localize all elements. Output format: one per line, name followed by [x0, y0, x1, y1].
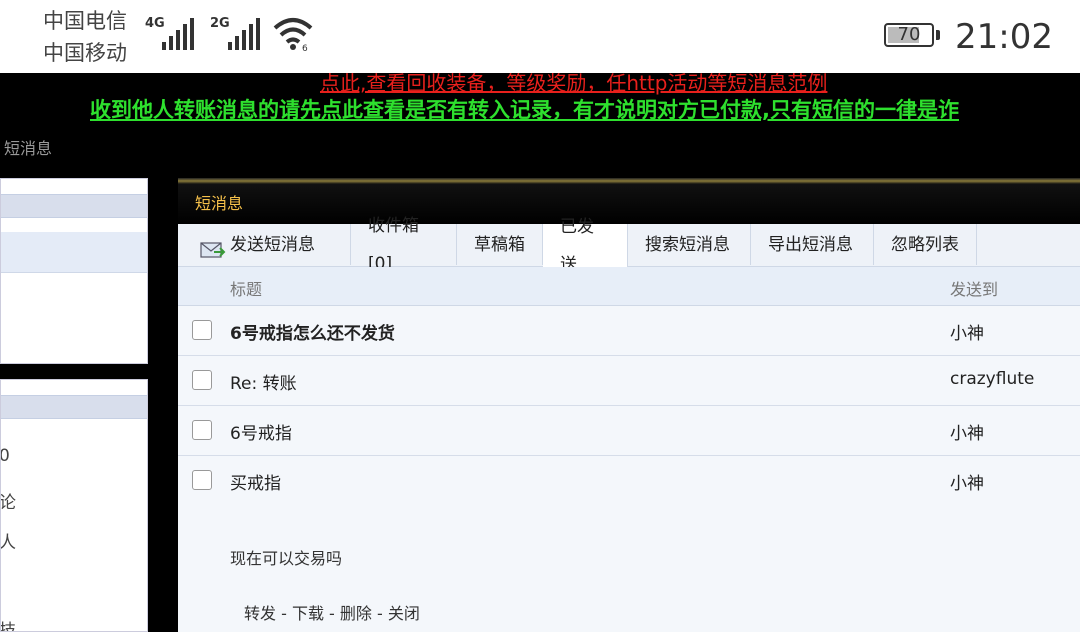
left-panel-fragment[interactable]: 人 [1, 528, 16, 553]
panel-title: 短消息 [195, 194, 244, 213]
wifi-icon: 6 [273, 18, 313, 52]
left-panel-2: 0 论 人 技 [0, 379, 148, 632]
table-row[interactable]: Re: 转账 crazyflute [178, 356, 1080, 406]
message-subject[interactable]: 买戒指 [230, 469, 281, 494]
left-panel-selected-item[interactable] [1, 232, 147, 273]
notice-link-green[interactable]: 收到他人转账消息的请先点此查看是否有转入记录，有才说明对方已付款,只有短信的一律… [90, 94, 959, 124]
column-subject: 标题 [230, 280, 263, 299]
tab-drafts[interactable]: 草稿箱 [457, 224, 543, 265]
svg-text:6: 6 [302, 44, 308, 52]
message-subject[interactable]: Re: 转账 [230, 369, 297, 394]
breadcrumb[interactable]: 短消息 [4, 135, 52, 159]
message-recipient[interactable]: 小神 [950, 319, 984, 344]
messages-panel: 短消息 发送短消息 收件箱[0] 草稿箱 已发送 搜索短消息 导出短消息 忽略列… [178, 178, 1080, 632]
tab-label: 发送短消息 [230, 234, 315, 255]
message-preview: 现在可以交易吗 转发 - 下载 - 删除 - 关闭 [178, 505, 1080, 632]
message-body: 现在可以交易吗 [230, 549, 343, 568]
left-panel-fragment[interactable]: 技 [1, 616, 16, 631]
message-subject[interactable]: 6号戒指怎么还不发货 [230, 319, 395, 344]
message-recipient[interactable]: 小神 [950, 469, 984, 494]
row-checkbox[interactable] [192, 420, 212, 440]
table-header: 标题 发送到 [178, 267, 1080, 306]
left-panel-1 [0, 178, 148, 364]
panel-header: 短消息 [178, 178, 1080, 224]
tab-inbox[interactable]: 收件箱[0] [351, 216, 457, 274]
signal-icon-2 [228, 18, 260, 50]
clock: 21:02 [955, 17, 1053, 57]
battery-icon: 70 [884, 23, 934, 47]
table-row[interactable]: 6号戒指 小神 [178, 406, 1080, 456]
left-panel-header [1, 395, 147, 419]
notice-link-red[interactable]: 点此,查看回收装备，等级奖励，任http活动等短消息范例 [320, 73, 827, 96]
carrier-1: 中国电信 [43, 9, 127, 33]
mail-send-icon [200, 236, 226, 258]
message-tabs: 发送短消息 收件箱[0] 草稿箱 已发送 搜索短消息 导出短消息 忽略列表 [178, 216, 1080, 275]
row-checkbox[interactable] [192, 470, 212, 490]
left-panel-header [1, 194, 147, 218]
tab-sent[interactable]: 已发送 [543, 217, 628, 275]
row-checkbox[interactable] [192, 370, 212, 390]
battery-level: 70 [897, 24, 921, 45]
carrier-2: 中国移动 [43, 41, 127, 65]
message-recipient[interactable]: 小神 [950, 419, 984, 444]
message-actions[interactable]: 转发 - 下载 - 删除 - 关闭 [244, 600, 420, 624]
status-bar: 中国电信 中国移动 4G 2G 6 70 21:02 [0, 0, 1080, 73]
network-type-2: 2G [210, 16, 230, 31]
site-banner: 点此,查看回收装备，等级奖励，任http活动等短消息范例 收到他人转账消息的请先… [0, 73, 1080, 183]
left-panel-fragment[interactable]: 论 [1, 488, 16, 513]
tab-ignore-list[interactable]: 忽略列表 [874, 224, 977, 265]
battery-nub [936, 30, 940, 40]
table-row[interactable]: 买戒指 小神 [178, 456, 1080, 506]
left-panel-fragment[interactable]: 0 [1, 446, 10, 466]
tab-export[interactable]: 导出短消息 [751, 224, 874, 265]
tab-label: 忽略列表 [891, 234, 959, 255]
tab-send-message[interactable]: 发送短消息 [178, 224, 351, 265]
row-checkbox[interactable] [192, 320, 212, 340]
table-row[interactable]: 6号戒指怎么还不发货 小神 [178, 306, 1080, 356]
message-recipient[interactable]: crazyflute [950, 369, 1034, 389]
tab-search[interactable]: 搜索短消息 [628, 224, 751, 265]
message-subject[interactable]: 6号戒指 [230, 419, 292, 444]
tab-label: 草稿箱 [474, 234, 525, 255]
column-sent-to: 发送到 [950, 280, 999, 299]
tab-label: 导出短消息 [768, 234, 853, 255]
tab-label: 搜索短消息 [645, 234, 730, 255]
signal-icon-1 [162, 18, 194, 50]
